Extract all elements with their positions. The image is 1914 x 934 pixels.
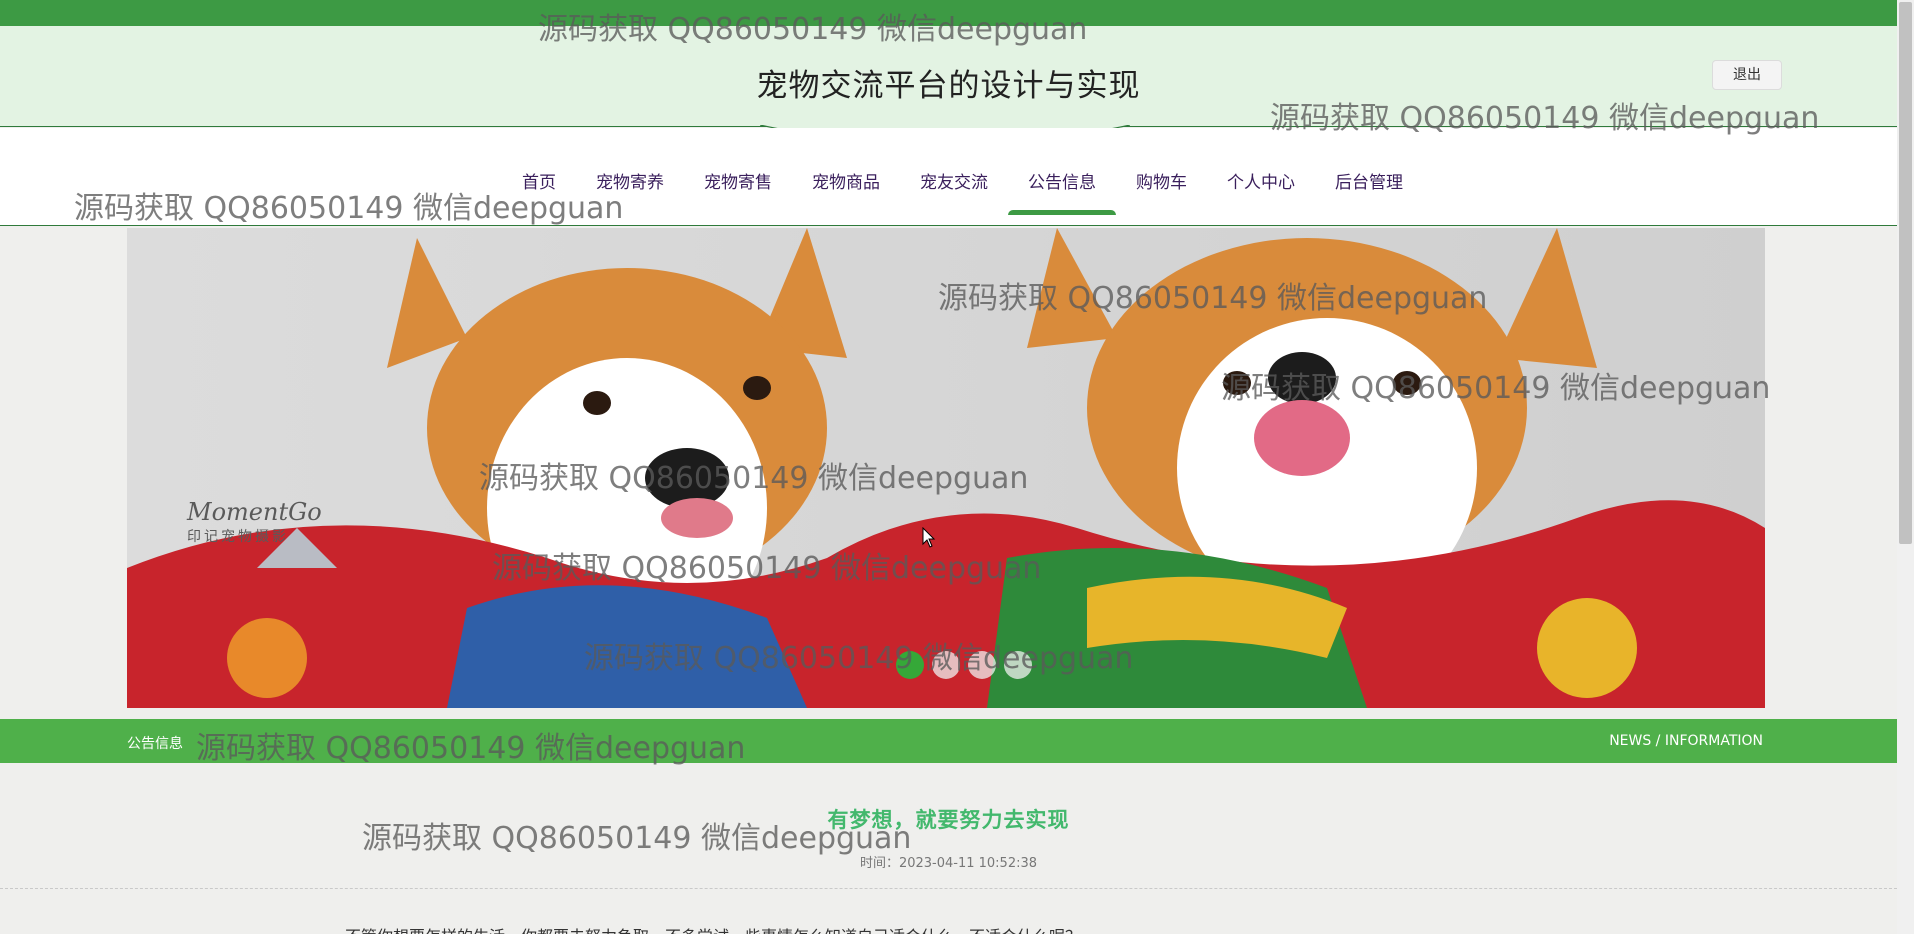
banner-carousel[interactable]: MomentGo 印记宠物摄影 [127, 228, 1765, 708]
carousel-dot-4[interactable] [1004, 651, 1032, 679]
nav-item-cart[interactable]: 购物车 [1116, 168, 1207, 208]
scrollbar-thumb[interactable] [1899, 2, 1912, 544]
nav-item-pet-consignment[interactable]: 宠物寄售 [684, 168, 792, 208]
nav-items: 首页 宠物寄养 宠物寄售 宠物商品 宠友交流 公告信息 购物车 个人中心 后台管… [502, 168, 1423, 215]
notice-section-subtitle: NEWS / INFORMATION [1609, 733, 1763, 749]
site-header: 宠物交流平台的设计与实现 [0, 26, 1897, 127]
mouse-cursor-icon [922, 527, 936, 548]
nav-item-profile[interactable]: 个人中心 [1207, 168, 1315, 208]
notice-section-title: 公告信息 [127, 736, 183, 752]
nav-item-announcements[interactable]: 公告信息 [1008, 168, 1116, 215]
nav-item-pet-products[interactable]: 宠物商品 [792, 168, 900, 208]
nav-item-admin[interactable]: 后台管理 [1315, 168, 1423, 208]
carousel-dot-1[interactable] [896, 651, 924, 679]
banner-logo-subtext: 印记宠物摄影 [187, 529, 289, 545]
banner-image [127, 228, 1765, 708]
main-nav: 首页 宠物寄养 宠物寄售 宠物商品 宠友交流 公告信息 购物车 个人中心 后台管… [0, 128, 1897, 226]
site-title: 宠物交流平台的设计与实现 [756, 68, 1141, 104]
nav-item-pet-boarding[interactable]: 宠物寄养 [576, 168, 684, 208]
banner-logo-text: MomentGo [187, 498, 322, 526]
nav-item-pet-forum[interactable]: 宠友交流 [900, 168, 1008, 208]
banner-logo: MomentGo 印记宠物摄影 [187, 498, 322, 546]
top-strip [0, 0, 1897, 26]
carousel-dot-3[interactable] [968, 651, 996, 679]
carousel-indicators [896, 651, 1032, 679]
nav-item-home[interactable]: 首页 [502, 168, 576, 208]
article-divider [0, 888, 1897, 889]
notice-section-bar: 公告信息 NEWS / INFORMATION [0, 719, 1897, 763]
logout-button[interactable]: 退出 [1712, 60, 1782, 90]
article-body: 不管你想要怎样的生活，你都要去努力争取，不多尝试一些事情怎么知道自己适合什么、不… [345, 923, 1081, 934]
article-time: 时间：2023-04-11 10:52:38 [859, 856, 1038, 871]
carousel-dot-2[interactable] [932, 651, 960, 679]
article-title: 有梦想，就要努力去实现 [827, 808, 1070, 832]
